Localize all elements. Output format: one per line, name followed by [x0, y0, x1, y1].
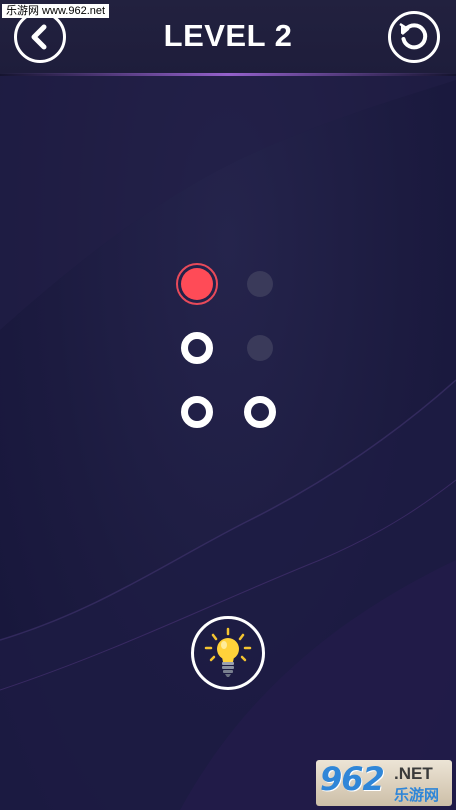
hint-button[interactable]: [191, 616, 265, 690]
back-button[interactable]: [14, 11, 66, 63]
game-screen: LEVEL 2 乐游网 www.962.net 962 .NET 乐游网: [0, 0, 456, 810]
node-r3-c2-empty[interactable]: [244, 396, 276, 428]
watermark-logo: 962 .NET 乐游网: [316, 760, 452, 806]
restart-button[interactable]: [388, 11, 440, 63]
active-node-core: [181, 268, 213, 300]
node-r2-c1-empty[interactable]: [181, 332, 213, 364]
watermark-text: 乐游网 www.962.net: [2, 4, 110, 18]
watermark-logo-number: 962: [320, 760, 385, 798]
lightbulb-icon: [204, 627, 252, 677]
level-title: LEVEL 2: [163, 18, 293, 53]
node-r1-c1-active[interactable]: [176, 263, 218, 305]
node-r2-c2-blocked: [247, 335, 273, 361]
header-divider: [0, 73, 456, 76]
node-r1-c2-blocked: [247, 271, 273, 297]
watermark-logo-cn: 乐游网: [394, 787, 440, 804]
chevron-left-icon: [31, 24, 47, 50]
watermark-logo-suffix: .NET: [394, 764, 433, 783]
node-r3-c1-empty[interactable]: [181, 396, 213, 428]
restart-icon: [399, 22, 428, 50]
